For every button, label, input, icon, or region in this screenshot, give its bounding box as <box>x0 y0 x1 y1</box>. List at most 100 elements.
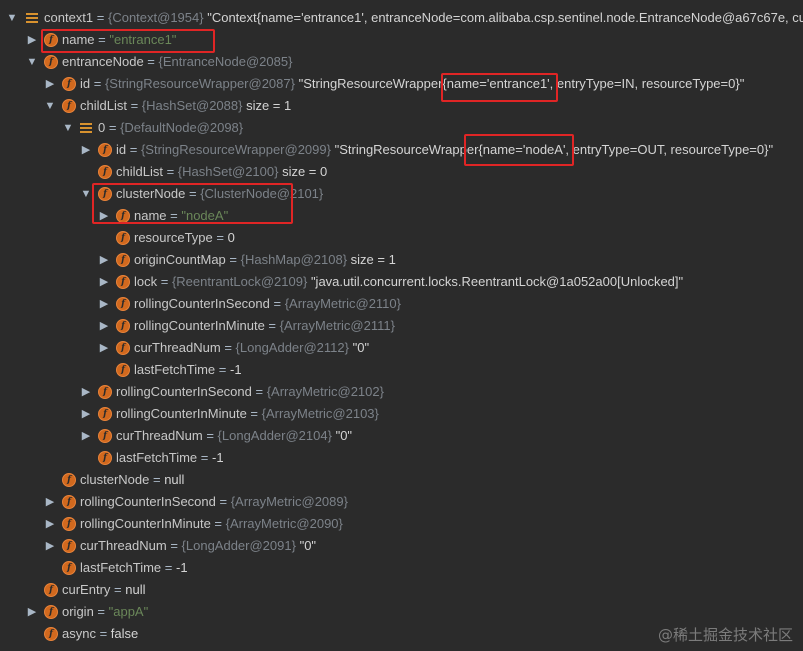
tree-row-lastFetchTime[interactable]: f lastFetchTime = -1 <box>0 447 803 469</box>
field-value: "0" <box>335 428 353 443</box>
field-name: childList <box>116 164 163 179</box>
tree-row-lock[interactable]: ▶ f lock = {ReentrantLock@2109} "java.ut… <box>0 271 803 293</box>
field-name: rollingCounterInMinute <box>134 318 265 333</box>
field-name: lastFetchTime <box>116 450 198 465</box>
chevron-right-icon[interactable]: ▶ <box>44 513 56 535</box>
chevron-right-icon[interactable]: ▶ <box>98 337 110 359</box>
field-name: origin <box>62 604 94 619</box>
tree-row-clusterNode[interactable]: ▼ f clusterNode = {ClusterNode@2101} <box>0 183 803 205</box>
tree-row-name[interactable]: ▶ f name = "nodeA" <box>0 205 803 227</box>
chevron-right-icon[interactable]: ▶ <box>44 73 56 95</box>
field-ref: {ArrayMetric@2111} <box>279 318 395 333</box>
tree-row-rollingCounterInSecond[interactable]: ▶ f rollingCounterInSecond = {ArrayMetri… <box>0 293 803 315</box>
field-value: 0 <box>227 230 235 245</box>
field-name: lastFetchTime <box>80 560 162 575</box>
tree-row-childList[interactable]: ▼ f childList = {HashSet@2088} size = 1 <box>0 95 803 117</box>
chevron-down-icon[interactable]: ▼ <box>6 7 18 29</box>
field-name: curThreadNum <box>134 340 221 355</box>
debugger-variables-tree: ▼ context1 = {Context@1954} "Context{nam… <box>0 7 803 645</box>
field-value: -1 <box>175 560 188 575</box>
field-name: rollingCounterInMinute <box>80 516 211 531</box>
chevron-down-icon[interactable]: ▼ <box>44 95 56 117</box>
field-name: childList <box>80 98 127 113</box>
field-icon: f <box>116 363 130 377</box>
tree-row-resourceType[interactable]: f resourceType = 0 <box>0 227 803 249</box>
tree-row-entranceNode[interactable]: ▼ f entranceNode = {EntranceNode@2085} <box>0 51 803 73</box>
list-icon <box>26 12 39 24</box>
tree-row-curThreadNum[interactable]: ▶ f curThreadNum = {LongAdder@2104} "0" <box>0 425 803 447</box>
tree-row-id[interactable]: ▶ f id = {StringResourceWrapper@2087} "S… <box>0 73 803 95</box>
field-string-value: "appA" <box>108 604 149 619</box>
chevron-right-icon[interactable]: ▶ <box>98 293 110 315</box>
chevron-right-icon[interactable]: ▶ <box>80 403 92 425</box>
field-value: null <box>125 582 146 597</box>
field-ref: {ReentrantLock@2109} <box>171 274 308 289</box>
field-icon: f <box>62 561 76 575</box>
tree-row-originCountMap[interactable]: ▶ f originCountMap = {HashMap@2108} size… <box>0 249 803 271</box>
tree-row-curThreadNum[interactable]: ▶ f curThreadNum = {LongAdder@2112} "0" <box>0 337 803 359</box>
chevron-right-icon[interactable]: ▶ <box>98 249 110 271</box>
chevron-right-icon[interactable]: ▶ <box>80 381 92 403</box>
tree-row-rollingCounterInMinute[interactable]: ▶ f rollingCounterInMinute = {ArrayMetri… <box>0 403 803 425</box>
tree-row-rollingCounterInMinute[interactable]: ▶ f rollingCounterInMinute = {ArrayMetri… <box>0 315 803 337</box>
field-icon: f <box>116 231 130 245</box>
tree-row-rollingCounterInSecond[interactable]: ▶ f rollingCounterInSecond = {ArrayMetri… <box>0 491 803 513</box>
field-icon: f <box>44 605 58 619</box>
tree-row-item-0[interactable]: ▼ 0 = {DefaultNode@2098} <box>0 117 803 139</box>
field-value: "StringResourceWrapper{name='nodeA', ent… <box>334 142 774 157</box>
field-ref: {LongAdder@2112} <box>235 340 349 355</box>
field-value: false <box>110 626 139 641</box>
field-value: size = 0 <box>278 164 328 179</box>
tree-row-childList[interactable]: f childList = {HashSet@2100} size = 0 <box>0 161 803 183</box>
tree-row-origin[interactable]: ▶ f origin = "appA" <box>0 601 803 623</box>
field-icon: f <box>116 297 130 311</box>
field-value: "StringResourceWrapper{name='entrance1',… <box>298 76 745 91</box>
field-icon: f <box>98 451 112 465</box>
tree-row-lastFetchTime[interactable]: f lastFetchTime = -1 <box>0 557 803 579</box>
chevron-right-icon[interactable]: ▶ <box>44 491 56 513</box>
field-value: size = 1 <box>242 98 292 113</box>
field-icon: f <box>98 429 112 443</box>
field-value: "0" <box>352 340 370 355</box>
tree-row-lastFetchTime[interactable]: f lastFetchTime = -1 <box>0 359 803 381</box>
chevron-right-icon[interactable]: ▶ <box>98 271 110 293</box>
chevron-right-icon[interactable]: ▶ <box>26 601 38 623</box>
field-name: lock <box>134 274 158 289</box>
chevron-right-icon[interactable]: ▶ <box>44 535 56 557</box>
tree-row-clusterNode[interactable]: f clusterNode = null <box>0 469 803 491</box>
tree-row-curThreadNum[interactable]: ▶ f curThreadNum = {LongAdder@2091} "0" <box>0 535 803 557</box>
field-ref: {StringResourceWrapper@2087} <box>104 76 295 91</box>
chevron-down-icon[interactable]: ▼ <box>26 51 38 73</box>
field-ref: {ClusterNode@2101} <box>200 186 324 201</box>
field-ref: {HashSet@2088} <box>141 98 243 113</box>
chevron-right-icon[interactable]: ▶ <box>26 29 38 51</box>
field-value: -1 <box>229 362 242 377</box>
chevron-right-icon[interactable]: ▶ <box>98 205 110 227</box>
chevron-right-icon[interactable]: ▶ <box>98 315 110 337</box>
tree-row-curEntry[interactable]: f curEntry = null <box>0 579 803 601</box>
field-name: curThreadNum <box>116 428 203 443</box>
field-icon: f <box>44 627 58 641</box>
field-icon: f <box>116 209 130 223</box>
tree-row-context1[interactable]: ▼ context1 = {Context@1954} "Context{nam… <box>0 7 803 29</box>
field-icon: f <box>62 517 76 531</box>
field-value: "0" <box>299 538 317 553</box>
field-name: lastFetchTime <box>134 362 216 377</box>
tree-row-name[interactable]: ▶ f name = "entrance1" <box>0 29 803 51</box>
chevron-right-icon[interactable]: ▶ <box>80 425 92 447</box>
tree-row-id[interactable]: ▶ f id = {StringResourceWrapper@2099} "S… <box>0 139 803 161</box>
field-name: clusterNode <box>116 186 186 201</box>
field-icon: f <box>62 539 76 553</box>
field-value: -1 <box>211 450 224 465</box>
field-ref: {HashSet@2100} <box>177 164 279 179</box>
chevron-down-icon[interactable]: ▼ <box>80 183 92 205</box>
chevron-down-icon[interactable]: ▼ <box>62 117 74 139</box>
tree-row-rollingCounterInSecond[interactable]: ▶ f rollingCounterInSecond = {ArrayMetri… <box>0 381 803 403</box>
field-string-value: "entrance1" <box>109 32 177 47</box>
field-value: "java.util.concurrent.locks.ReentrantLoc… <box>310 274 684 289</box>
field-icon: f <box>44 55 58 69</box>
tree-row-rollingCounterInMinute[interactable]: ▶ f rollingCounterInMinute = {ArrayMetri… <box>0 513 803 535</box>
field-value: size = 1 <box>347 252 396 267</box>
field-icon: f <box>116 319 130 333</box>
chevron-right-icon[interactable]: ▶ <box>80 139 92 161</box>
